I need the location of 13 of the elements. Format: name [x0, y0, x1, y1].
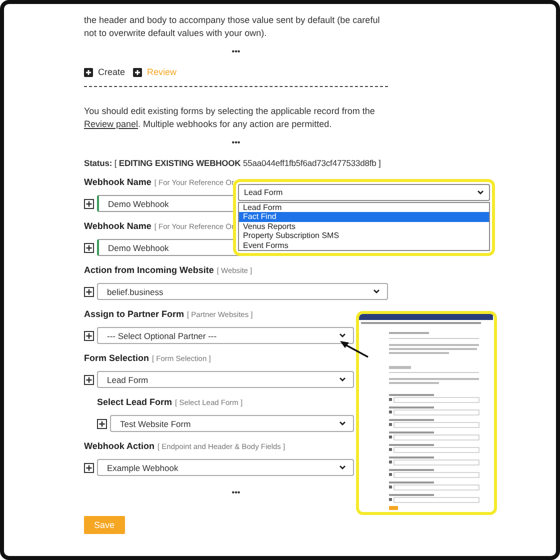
- separator-dots: •••: [230, 47, 242, 57]
- field-label: Select Lead Form: [97, 397, 172, 407]
- field-label: Form Selection: [84, 353, 150, 363]
- field-label: Webhook Name: [84, 177, 152, 187]
- field-label: Webhook Action: [84, 441, 154, 451]
- separator-dots: •••: [230, 488, 242, 498]
- intro-paragraph: the header and body to accompany those value sent by default (be careful not to overwrite default values with your own).: [84, 14, 381, 39]
- status-text: Status: [ EDITING EXISTING WEBHOOK 55aa044eff1fb5f6ad73cf477533d8fb ]: [84, 158, 382, 168]
- separator-dots: •••: [230, 138, 242, 148]
- field-label: Action from Incoming Website: [84, 265, 214, 275]
- field-label: Webhook Name: [84, 221, 152, 231]
- field-label: Assign to Partner Form: [84, 309, 184, 319]
- notice-paragraph: You should edit existing forms by selecting the applicable record from the Review panel. Multiple webhooks for any action are permitted.: [84, 105, 376, 130]
